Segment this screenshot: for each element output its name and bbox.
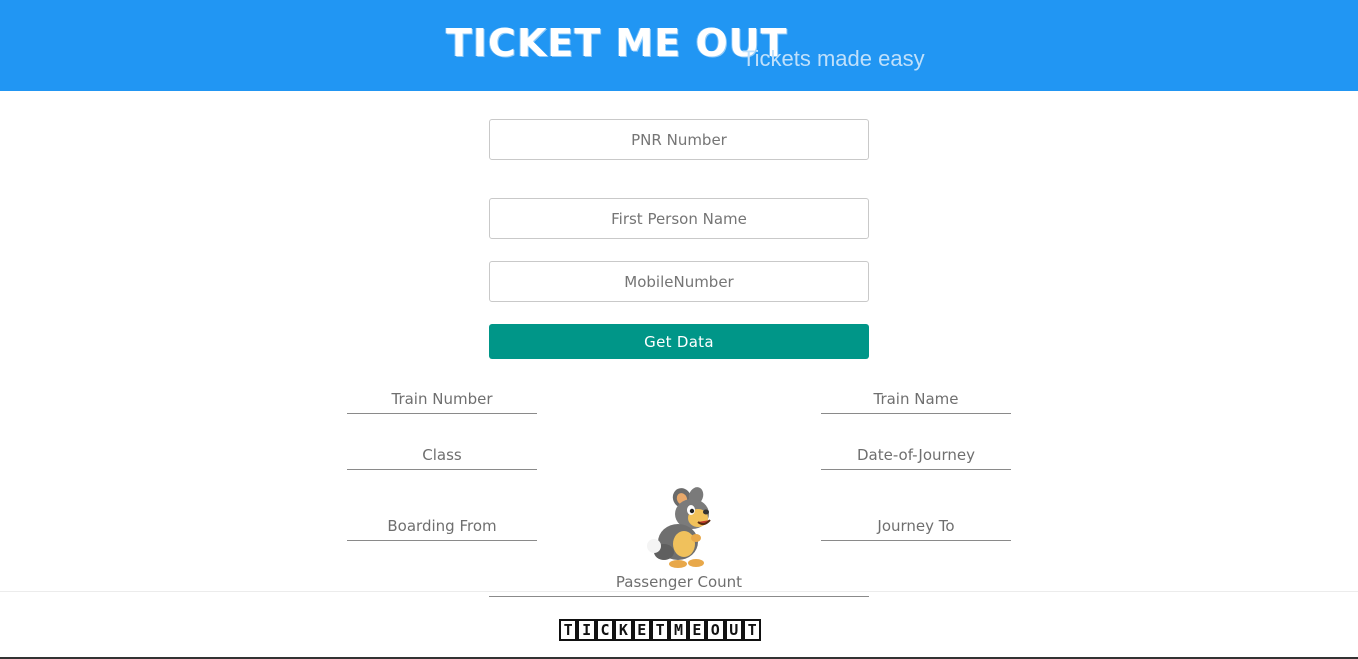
- first-person-name-input[interactable]: [489, 198, 869, 239]
- footer-logo-letter: K: [614, 619, 633, 641]
- footer-divider: [0, 591, 1358, 592]
- boarding-from-input[interactable]: [347, 511, 537, 541]
- passenger-count-input[interactable]: [489, 567, 869, 597]
- footer-logo-letter: T: [742, 619, 762, 641]
- page: TICKET ME OUT Tickets made easy Get Data…: [0, 0, 1358, 659]
- date-of-journey-input[interactable]: [821, 440, 1011, 470]
- footer-logo-letter: E: [632, 619, 651, 641]
- footer-logo-letter: C: [595, 619, 615, 641]
- footer-logo: TICKETMEOUT: [559, 619, 762, 641]
- train-number-input[interactable]: [347, 384, 537, 414]
- class-input[interactable]: [347, 440, 537, 470]
- train-name-input[interactable]: [821, 384, 1011, 414]
- brand-title: TICKET ME OUT: [446, 21, 788, 65]
- get-data-button[interactable]: Get Data: [489, 324, 869, 359]
- footer-logo-letter: M: [669, 619, 688, 641]
- pnr-number-input[interactable]: [489, 119, 869, 160]
- footer-logo-letter: U: [724, 619, 743, 641]
- footer-logo-letter: E: [687, 619, 707, 641]
- footer-logo-letter: O: [706, 619, 725, 641]
- rabbit-mascot-icon: [647, 487, 711, 568]
- journey-to-input[interactable]: [821, 511, 1011, 541]
- footer-logo-letter: T: [650, 619, 670, 641]
- mobile-number-input[interactable]: [489, 261, 869, 302]
- header-bar: TICKET ME OUT Tickets made easy: [0, 0, 1358, 91]
- footer-logo-letter: I: [577, 619, 596, 641]
- footer-logo-letter: T: [559, 619, 578, 641]
- brand-tagline: Tickets made easy: [742, 46, 925, 71]
